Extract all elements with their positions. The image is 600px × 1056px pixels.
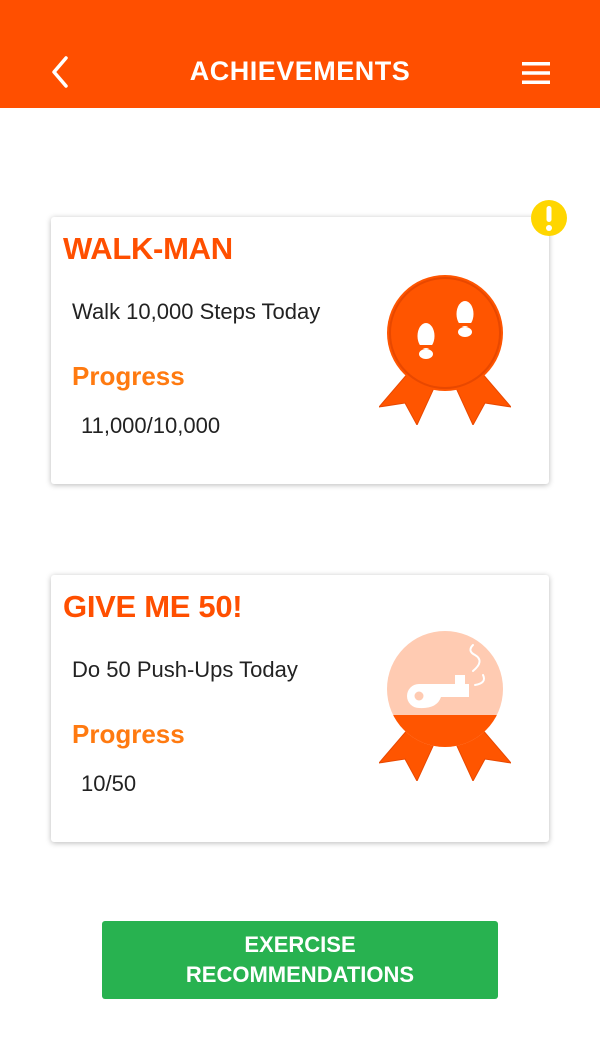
- hamburger-menu-icon: [522, 62, 550, 84]
- footprints-badge-icon: [379, 275, 511, 425]
- exercise-recommendations-label: EXERCISE RECOMMENDATIONS: [185, 932, 415, 987]
- exercise-recommendations-button[interactable]: EXERCISE RECOMMENDATIONS: [102, 921, 498, 999]
- progress-label: Progress: [72, 361, 185, 391]
- whistle-badge-icon: [379, 631, 511, 781]
- achievement-title: WALK-MAN: [63, 231, 233, 266]
- achievement-card-walk-man[interactable]: WALK-MAN Walk 10,000 Steps Today Progres…: [51, 217, 549, 484]
- progress-value: 10/50: [81, 771, 137, 796]
- progress-label: Progress: [72, 719, 185, 749]
- achievement-title: GIVE ME 50!: [63, 589, 243, 624]
- page-title: ACHIEVEMENTS: [189, 56, 411, 86]
- achievement-card-give-me-50[interactable]: GIVE ME 50! Do 50 Push-Ups Today Progres…: [51, 575, 549, 842]
- achievement-description: Walk 10,000 Steps Today: [72, 299, 321, 324]
- achievement-description: Do 50 Push-Ups Today: [72, 657, 298, 682]
- menu-button[interactable]: [514, 54, 558, 92]
- progress-value: 11,000/10,000: [81, 413, 221, 438]
- exclamation-alert-icon: [531, 200, 567, 236]
- app-header: ACHIEVEMENTS: [0, 0, 600, 108]
